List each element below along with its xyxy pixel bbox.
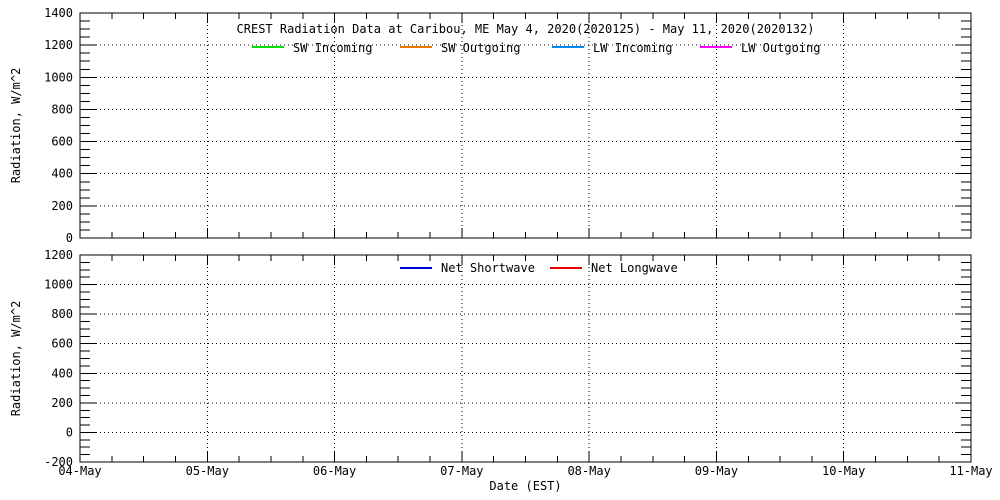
- x-tick-label: 11-May: [949, 464, 992, 478]
- x-axis-label: Date (EST): [489, 479, 561, 493]
- x-tick-label: 08-May: [567, 464, 610, 478]
- y-tick-label: 800: [51, 102, 73, 116]
- legend-label: Net Longwave: [591, 261, 678, 275]
- y-tick-label: 1000: [44, 278, 73, 292]
- radiation-figure: 0 200 400 600 800 1000 1200 1400 CREST Radiation…: [0, 0, 1000, 500]
- y-tick-label: 0: [66, 231, 73, 245]
- y-tick-label: 1200: [44, 248, 73, 262]
- x-tick-label: 09-May: [695, 464, 738, 478]
- legend-label: SW Incoming: [293, 41, 372, 55]
- x-tick-label: 07-May: [440, 464, 483, 478]
- legend-label: Net Shortwave: [441, 261, 535, 275]
- radiation-chart: 0 200 400 600 800 1000 1200 1400 CREST Radiation…: [9, 6, 993, 493]
- y-tick-label: 200: [51, 199, 73, 213]
- y-axis-label: Radiation, W/m^2: [9, 301, 23, 417]
- y-axis-label: Radiation, W/m^2: [9, 68, 23, 184]
- y-tick-label: 800: [51, 307, 73, 321]
- legend-label: SW Outgoing: [441, 41, 520, 55]
- legend-label: LW Incoming: [593, 41, 672, 55]
- legend-label: LW Outgoing: [741, 41, 820, 55]
- panel-border: [79, 254, 972, 463]
- y-tick-label: 1200: [44, 38, 73, 52]
- chart-title: CREST Radiation Data at Caribou, ME May …: [237, 22, 815, 36]
- y-tick-label: 600: [51, 135, 73, 149]
- x-tick-label: 05-May: [186, 464, 229, 478]
- y-tick-label: 600: [51, 337, 73, 351]
- x-tick-label: 04-May: [58, 464, 101, 478]
- y-tick-label: 200: [51, 396, 73, 410]
- x-tick-label: 10-May: [822, 464, 865, 478]
- y-tick-label: 0: [66, 425, 73, 439]
- y-tick-label: 1000: [44, 70, 73, 84]
- panel-border: [79, 12, 972, 239]
- y-tick-label: 400: [51, 167, 73, 181]
- y-tick-label: 1400: [44, 6, 73, 20]
- y-tick-label: 400: [51, 366, 73, 380]
- x-tick-label: 06-May: [313, 464, 356, 478]
